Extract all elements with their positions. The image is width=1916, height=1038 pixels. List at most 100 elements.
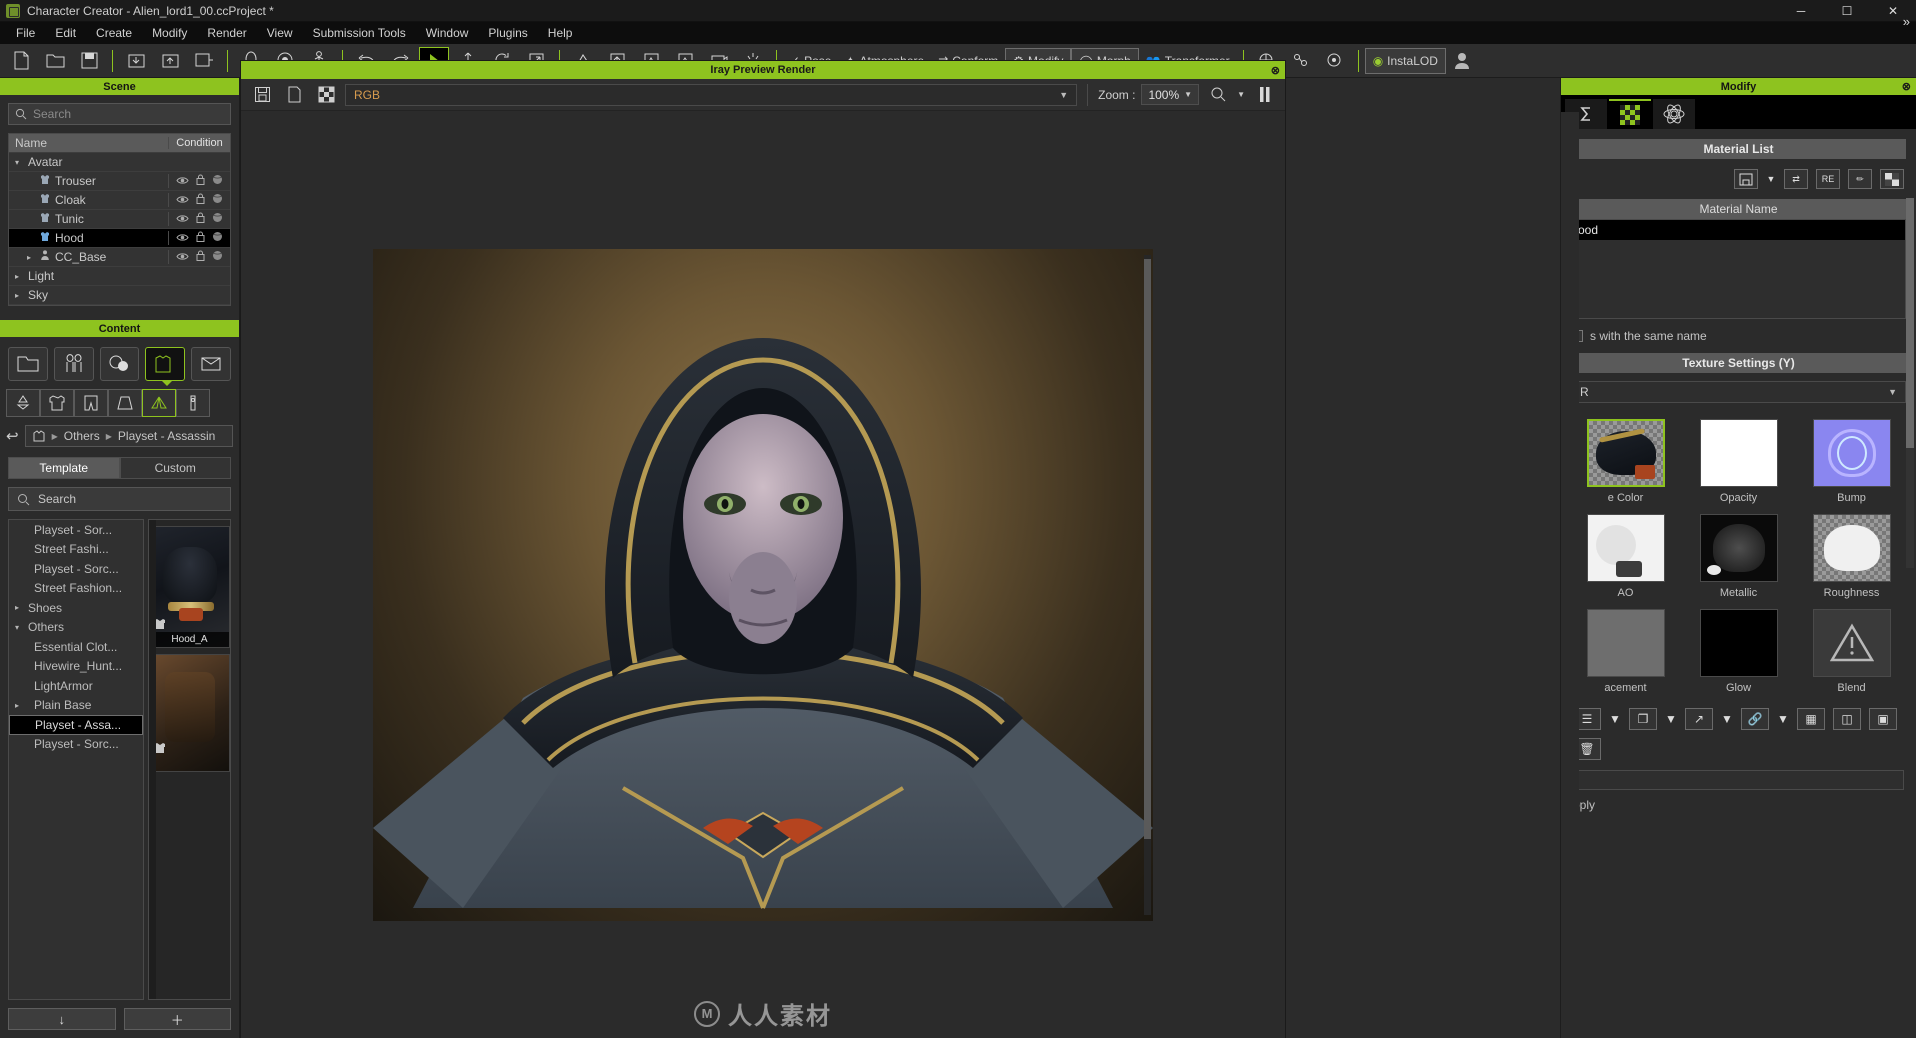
tab-custom[interactable]: Custom: [119, 457, 231, 479]
render-viewport[interactable]: M 人人素材: [241, 111, 1285, 1038]
texture-thumbnail[interactable]: [1812, 609, 1891, 677]
toolbar-instalod-button[interactable]: ◉ InstaLOD: [1364, 47, 1446, 74]
category-cloth-button[interactable]: [145, 347, 186, 386]
content-folder-list[interactable]: Playset - Sor... Street Fashi... Playset -…: [8, 519, 144, 1000]
texture-thumbnail[interactable]: [1699, 609, 1778, 677]
plugin3-icon[interactable]: [1320, 47, 1350, 75]
copy-icon[interactable]: ❐: [1629, 708, 1657, 730]
render-canvas[interactable]: [373, 249, 1153, 921]
viewport-scrollbar[interactable]: [1144, 255, 1151, 915]
scene-search-input[interactable]: Search: [8, 103, 231, 125]
menu-render[interactable]: Render: [197, 22, 256, 44]
menu-help[interactable]: Help: [538, 22, 583, 44]
texture-slot[interactable]: AO: [1575, 514, 1676, 599]
swap-icon[interactable]: ⇄: [1784, 169, 1808, 189]
lock-icon[interactable]: [196, 174, 205, 188]
maximize-button[interactable]: ☐: [1824, 0, 1870, 22]
menu-edit[interactable]: Edit: [45, 22, 86, 44]
chevron-down-icon[interactable]: ▼: [1665, 708, 1677, 730]
scrollbar-thumb[interactable]: [1144, 259, 1151, 839]
save-icon[interactable]: [249, 83, 275, 107]
breadcrumb-part-1[interactable]: Playset - Assassin: [118, 429, 215, 443]
chevron-down-icon[interactable]: ▼: [1609, 708, 1621, 730]
back-icon[interactable]: ↩: [6, 427, 19, 445]
texture-path-field[interactable]: [1573, 770, 1904, 790]
expander-icon[interactable]: ▸: [15, 291, 23, 300]
material-sphere-icon[interactable]: [212, 174, 223, 188]
link-icon[interactable]: 🔗: [1741, 708, 1769, 730]
lock-icon[interactable]: [196, 231, 205, 245]
chevron-down-icon[interactable]: ▼: [1237, 90, 1245, 99]
lock-icon[interactable]: [196, 193, 205, 207]
expander-icon[interactable]: ▸: [15, 272, 23, 281]
texture-slot[interactable]: e Color: [1575, 419, 1676, 504]
eye-icon[interactable]: [176, 250, 189, 264]
eye-icon[interactable]: [176, 193, 189, 207]
texture-slot[interactable]: Glow: [1688, 609, 1789, 694]
chevron-down-icon[interactable]: ▼: [1777, 708, 1789, 730]
export-icon[interactable]: [155, 47, 185, 75]
export-all-icon[interactable]: [189, 47, 219, 75]
new-icon[interactable]: [6, 47, 36, 75]
subtype-pants-button[interactable]: [74, 389, 108, 417]
pause-icon[interactable]: [1251, 83, 1277, 107]
texture-slot[interactable]: Blend: [1801, 609, 1902, 694]
chevron-down-icon[interactable]: ▼: [1721, 708, 1733, 730]
subtype-shirt-button[interactable]: [40, 389, 74, 417]
scene-tree-row[interactable]: Trouser: [9, 172, 230, 191]
category-prop-button[interactable]: [191, 347, 231, 381]
texture-thumbnail[interactable]: [1812, 419, 1891, 487]
menu-modify[interactable]: Modify: [142, 22, 197, 44]
same-name-option[interactable]: s with the same name: [1561, 319, 1916, 343]
content-thumbnail-list[interactable]: 13 Hood_A 13: [148, 519, 231, 1000]
category-material-button[interactable]: [99, 347, 140, 381]
modify-scrollbar[interactable]: [1906, 198, 1914, 568]
menu-file[interactable]: File: [6, 22, 45, 44]
folder-list-item[interactable]: Playset - Assa...: [9, 715, 143, 735]
texture-thumbnail[interactable]: [1699, 514, 1778, 582]
texture-thumbnail[interactable]: [1812, 514, 1891, 582]
expander-icon[interactable]: ▾: [15, 158, 23, 167]
checker-icon[interactable]: [313, 83, 339, 107]
menu-view[interactable]: View: [257, 22, 303, 44]
scene-tree-row[interactable]: ▸ CC_Base: [9, 248, 230, 267]
material-sphere-icon[interactable]: [212, 231, 223, 245]
copy-icon[interactable]: [281, 83, 307, 107]
account-icon[interactable]: [1448, 47, 1478, 75]
scene-tree-row[interactable]: ▸ Light: [9, 267, 230, 286]
material-sphere-icon[interactable]: [212, 212, 223, 226]
scrollbar-thumb[interactable]: [1906, 198, 1914, 448]
category-avatar-button[interactable]: [53, 347, 94, 381]
breadcrumb-path[interactable]: ▶ Others ▶ Playset - Assassin: [24, 425, 233, 447]
save-icon[interactable]: [74, 47, 104, 75]
menu-window[interactable]: Window: [416, 22, 479, 44]
magnifier-icon[interactable]: [1205, 83, 1231, 107]
chevron-down-icon[interactable]: ▼: [1766, 169, 1776, 189]
scene-tree-row[interactable]: Tunic: [9, 210, 230, 229]
thumbnail-item[interactable]: 13: [149, 654, 230, 772]
eye-icon[interactable]: [176, 231, 189, 245]
thumbnail-item[interactable]: 13 Hood_A: [149, 526, 230, 648]
expander-icon[interactable]: ▸: [27, 253, 35, 262]
render-close-icon[interactable]: ⊗: [1271, 64, 1280, 77]
folder-list-item[interactable]: Playset - Sorc...: [9, 559, 143, 579]
channel-select[interactable]: RGB ▼: [345, 83, 1078, 106]
eye-icon[interactable]: [176, 212, 189, 226]
texture-channel-select[interactable]: R ▼: [1571, 381, 1906, 403]
folder-list-item[interactable]: Street Fashi...: [9, 540, 143, 560]
menu-submission-tools[interactable]: Submission Tools: [303, 22, 416, 44]
plugin2-icon[interactable]: [1286, 47, 1316, 75]
add-button[interactable]: ＋: [123, 1008, 231, 1030]
folder-list-item[interactable]: Playset - Sorc...: [9, 735, 143, 755]
reset-icon[interactable]: RE: [1816, 169, 1840, 189]
material-sphere-icon[interactable]: [212, 193, 223, 207]
texture-thumbnail[interactable]: [1586, 609, 1665, 677]
texture-thumbnail[interactable]: [1699, 419, 1778, 487]
expander-icon[interactable]: ▸: [15, 603, 23, 612]
tab-material[interactable]: [1609, 99, 1651, 129]
folder-list-item[interactable]: Hivewire_Hunt...: [9, 657, 143, 677]
texture-slot[interactable]: Opacity: [1688, 419, 1789, 504]
scene-tree-row[interactable]: Cloak: [9, 191, 230, 210]
split-icon[interactable]: ▣: [1869, 708, 1897, 730]
save-icon[interactable]: [1734, 169, 1758, 189]
